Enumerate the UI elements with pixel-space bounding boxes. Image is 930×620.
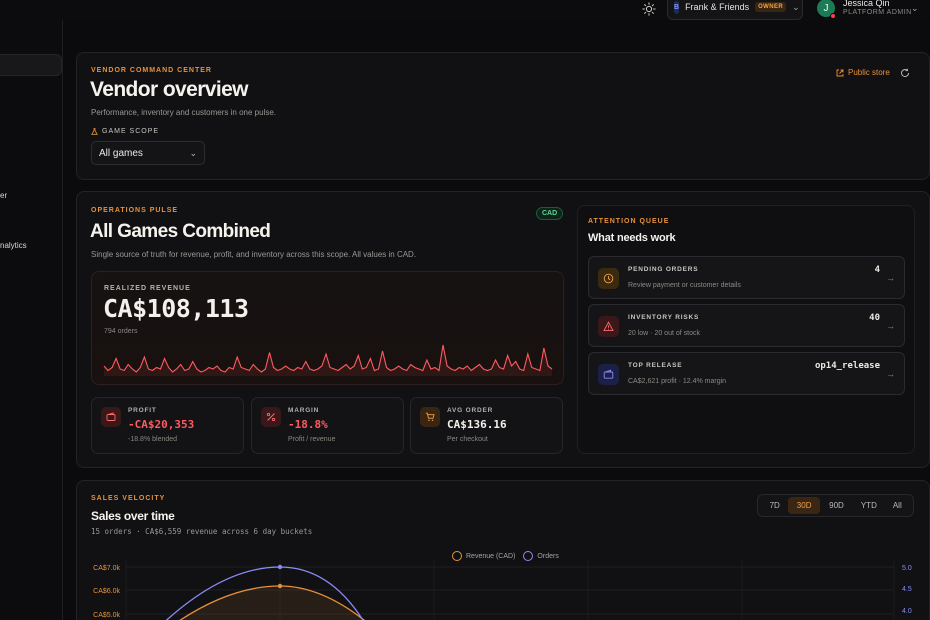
point-revenue <box>277 583 283 589</box>
user-role: PLATFORM ADMIN <box>843 9 912 16</box>
owner-badge: OWNER <box>755 2 787 12</box>
y-right-tick: 5.0 <box>902 565 912 572</box>
flask-icon <box>91 128 98 135</box>
game-scope-select[interactable]: All games ⌄ <box>91 141 205 165</box>
queue-title: What needs work <box>588 232 676 244</box>
queue-item-value: op14_release <box>814 361 880 371</box>
pulse-eyebrow: OPERATIONS PULSE <box>91 207 179 214</box>
metric-value: CA$136.16 <box>447 418 507 431</box>
revenue-label: REALIZED REVENUE <box>104 285 191 292</box>
y-right-tick: 4.5 <box>902 586 912 593</box>
metric-label: PROFIT <box>128 407 157 414</box>
page-title: Vendor overview <box>90 78 249 101</box>
metric-card-avg-order: AVG ORDER CA$136.16 Per checkout <box>410 397 563 454</box>
status-dot <box>830 13 836 19</box>
queue-item-value: 40 <box>869 313 880 323</box>
public-store-label: Public store <box>848 68 890 77</box>
scope-label: GAME SCOPE <box>102 128 160 135</box>
sidebar-item-label[interactable]: er <box>0 191 7 200</box>
legend-label-orders[interactable]: Orders <box>537 553 558 560</box>
metric-sub: Per checkout <box>447 436 488 443</box>
queue-eyebrow: ATTENTION QUEUE <box>588 218 670 225</box>
metric-sub: -18.8% blended <box>128 436 178 443</box>
sidebar: er nalytics <box>0 20 63 620</box>
y-right-tick: 4.0 <box>902 608 912 615</box>
chevron-down-icon: ⌄ <box>189 147 197 158</box>
metric-value: -CA$20,353 <box>128 418 195 431</box>
revenue-panel: REALIZED REVENUE CA$108,113 794 orders <box>91 271 564 385</box>
arrow-right-icon: → <box>886 273 895 283</box>
queue-item-title: TOP RELEASE <box>628 362 683 369</box>
metric-label: MARGIN <box>288 407 320 414</box>
external-link-icon <box>836 69 844 76</box>
queue-item-desc: Review payment or customer details <box>628 282 741 289</box>
team-switcher[interactable]: B Frank & Friends OWNER ⌄ <box>667 0 803 20</box>
range-30d[interactable]: 30D <box>788 497 820 514</box>
warning-icon <box>598 316 619 337</box>
range-7d[interactable]: 7D <box>761 497 788 514</box>
revenue-orders: 794 orders <box>104 328 138 335</box>
metric-value: -18.8% <box>288 418 328 431</box>
point-orders <box>277 564 283 570</box>
wallet-icon <box>101 407 121 427</box>
chevron-down-icon[interactable]: ⌄ <box>911 3 919 14</box>
queue-item-title: PENDING ORDERS <box>628 266 699 273</box>
pulse-title: All Games Combined <box>90 221 271 242</box>
wallet-icon <box>598 364 619 385</box>
queue-item-value: 4 <box>874 265 880 275</box>
range-ytd[interactable]: YTD <box>853 497 884 514</box>
game-scope-value: All games <box>99 147 143 159</box>
sidebar-item-active[interactable] <box>0 54 62 76</box>
cart-icon <box>420 407 440 427</box>
percent-icon <box>261 407 281 427</box>
revenue-sparkline <box>103 344 553 376</box>
metric-card-margin: MARGIN -18.8% Profit / revenue <box>251 397 404 454</box>
revenue-value: CA$108,113 <box>103 294 249 323</box>
pulse-subtitle: Single source of truth for revenue, prof… <box>91 250 417 259</box>
queue-item-title: INVENTORY RISKS <box>628 314 700 321</box>
user-name[interactable]: Jessica Qin <box>843 0 890 8</box>
queue-item-desc: CA$2,621 profit · 12.4% margin <box>628 378 727 385</box>
sidebar-item-label[interactable]: nalytics <box>0 241 27 250</box>
queue-item-top-release[interactable]: TOP RELEASE CA$2,621 profit · 12.4% marg… <box>588 352 905 395</box>
metric-sub: Profit / revenue <box>288 436 336 443</box>
velocity-eyebrow: SALES VELOCITY <box>91 495 166 502</box>
public-store-link[interactable]: Public store <box>836 68 890 77</box>
velocity-subtitle: 15 orders · CA$6,559 revenue across 6 da… <box>91 527 313 536</box>
arrow-right-icon: → <box>886 369 895 379</box>
metric-label: AVG ORDER <box>447 407 494 414</box>
queue-item-desc: 20 low · 20 out of stock <box>628 330 700 337</box>
team-name: Frank & Friends <box>685 2 750 12</box>
chevron-down-icon: ⌄ <box>792 1 800 12</box>
refresh-icon[interactable] <box>900 68 910 78</box>
range-all[interactable]: All <box>885 497 910 514</box>
metric-card-profit: PROFIT -CA$20,353 -18.8% blended <box>91 397 244 454</box>
queue-item-inventory-risks[interactable]: INVENTORY RISKS 20 low · 20 out of stock… <box>588 304 905 347</box>
sun-icon[interactable] <box>642 2 656 16</box>
scope-label-row: GAME SCOPE <box>91 128 159 135</box>
overview-eyebrow: VENDOR COMMAND CENTER <box>91 67 212 74</box>
currency-badge: CAD <box>536 207 564 220</box>
sales-chart: CA$7.0k CA$6.0k CA$5.0k 5.0 4.5 4.0 <box>93 560 912 620</box>
clock-icon <box>598 268 619 289</box>
y-left-tick: CA$5.0k <box>93 612 120 619</box>
y-left-tick: CA$7.0k <box>93 565 120 572</box>
legend-label-revenue[interactable]: Revenue (CAD) <box>466 553 515 560</box>
queue-item-pending-orders[interactable]: PENDING ORDERS Review payment or custome… <box>588 256 905 299</box>
team-logo: B <box>674 0 680 14</box>
velocity-title: Sales over time <box>91 509 175 523</box>
range-selector: 7D 30D 90D YTD All <box>757 494 914 517</box>
series-line-revenue <box>179 585 365 620</box>
range-90d[interactable]: 90D <box>820 497 853 514</box>
arrow-right-icon: → <box>886 321 895 331</box>
page-subtitle: Performance, inventory and customers in … <box>91 108 276 117</box>
y-left-tick: CA$6.0k <box>93 588 120 595</box>
